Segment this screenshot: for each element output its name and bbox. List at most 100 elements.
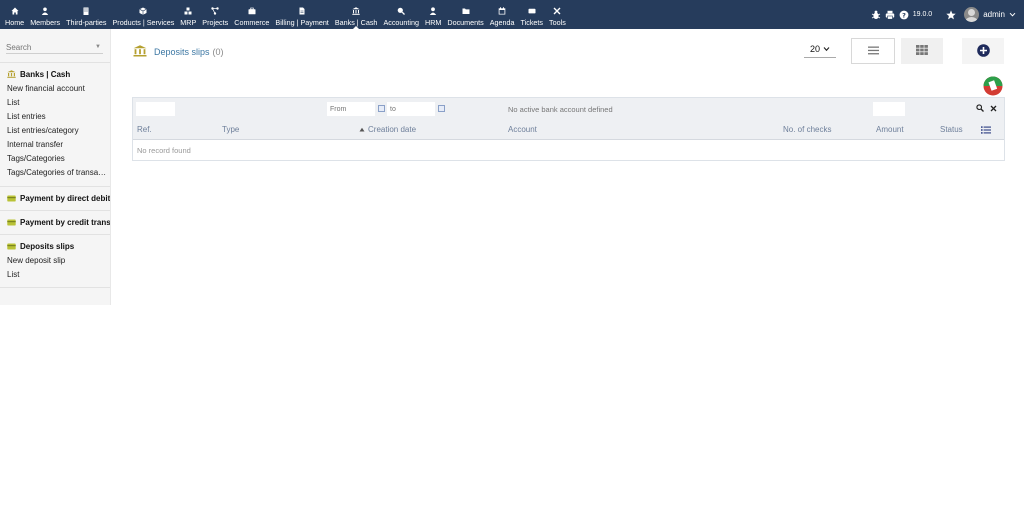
menu-label: Tools [549, 18, 566, 27]
cube-icon [139, 6, 148, 15]
menu-label: Third-parties [66, 18, 107, 27]
column-header-checks[interactable]: No. of checks [783, 125, 831, 134]
search-icon[interactable] [976, 104, 984, 114]
calendar-icon[interactable] [378, 105, 385, 112]
sidebar: ▼ Banks | Cash New financial account Lis… [0, 29, 111, 305]
help-icon[interactable]: ? [899, 10, 909, 20]
grid-icon [916, 45, 928, 57]
ticket-icon [527, 6, 536, 15]
search-input[interactable] [6, 41, 91, 53]
menu-item-products[interactable]: Products | Services [110, 0, 178, 29]
list-view-button[interactable] [851, 38, 895, 64]
menu-item-hrm[interactable]: HRM [422, 0, 444, 29]
column-header-account[interactable]: Account [508, 125, 537, 134]
invoice-icon [298, 6, 307, 15]
sidebar-divider [0, 287, 110, 288]
menu-label: Members [30, 18, 61, 27]
sidebar-divider [0, 62, 110, 63]
column-header-status[interactable]: Status [940, 125, 963, 134]
chevron-down-icon [823, 44, 830, 54]
date-from-input[interactable] [327, 102, 375, 116]
page-header: Deposits slips (0) [133, 45, 224, 59]
flag-icon[interactable] [983, 76, 1003, 96]
menu-label: Home [5, 18, 25, 27]
sidebar-link-new-financial-account[interactable]: New financial account [0, 82, 110, 96]
sidebar-section-label: Banks | Cash [20, 69, 71, 79]
new-deposit-slip-button[interactable] [962, 38, 1004, 64]
menu-label: Agenda [489, 18, 515, 27]
menu-item-billing[interactable]: Billing | Payment [272, 0, 331, 29]
page-size-value: 20 [809, 44, 820, 54]
menu-item-banks[interactable]: Banks | Cash [332, 0, 381, 29]
sidebar-link-list[interactable]: List [0, 96, 110, 110]
date-to-input[interactable] [387, 102, 435, 116]
amount-filter-input[interactable] [873, 102, 905, 116]
home-icon [10, 6, 19, 15]
search-dollar-icon [397, 6, 406, 15]
print-icon[interactable] [885, 10, 895, 20]
menu-label: Commerce [234, 18, 270, 27]
sidebar-divider [0, 186, 110, 187]
menu-label: HRM [425, 18, 442, 27]
menu-item-members[interactable]: Members [27, 0, 63, 29]
account-filter-note: No active bank account defined [508, 105, 613, 114]
bank-icon [133, 45, 147, 59]
menu-item-third-parties[interactable]: Third-parties [63, 0, 109, 29]
sidebar-link-list-entries-category[interactable]: List entries/category [0, 124, 110, 138]
menu-label: Products | Services [112, 18, 175, 27]
close-icon[interactable] [990, 105, 997, 114]
cubes-icon [184, 6, 193, 15]
calendar-icon[interactable] [438, 105, 445, 112]
menu-item-tools[interactable]: Tools [546, 0, 569, 29]
sidebar-link-tags-categories-transactions[interactable]: Tags/Categories of transactions [0, 166, 110, 180]
username[interactable]: admin [983, 10, 1005, 19]
sidebar-section-title[interactable]: Deposits slips [0, 240, 110, 252]
column-header-ref[interactable]: Ref. [137, 125, 152, 134]
chevron-down-icon[interactable] [1009, 11, 1016, 18]
menu-item-accounting[interactable]: Accounting [380, 0, 422, 29]
menu-item-tickets[interactable]: Tickets [518, 0, 547, 29]
table-header-row: Ref. Type Creation date Account No. of c… [133, 120, 1004, 140]
sidebar-search: ▼ [6, 41, 103, 54]
column-header-amount[interactable]: Amount [876, 125, 904, 134]
menu-item-agenda[interactable]: Agenda [487, 0, 518, 29]
sidebar-link-tags-categories[interactable]: Tags/Categories [0, 152, 110, 166]
column-header-type[interactable]: Type [222, 125, 239, 134]
sidebar-link-list-entries[interactable]: List entries [0, 110, 110, 124]
avatar[interactable] [964, 7, 980, 22]
list-icon [867, 46, 879, 57]
sort-up-icon [359, 125, 365, 134]
sidebar-link-internal-transfer[interactable]: Internal transfer [0, 138, 110, 152]
user-icon [429, 6, 438, 15]
caret-down-icon[interactable]: ▼ [95, 44, 101, 50]
menu-item-home[interactable]: Home [2, 0, 27, 29]
sidebar-section-deposit-slips: Deposits slips New deposit slip List [0, 240, 110, 282]
menu-item-documents[interactable]: Documents [444, 0, 486, 29]
card-icon [7, 218, 16, 226]
menu-label: Banks | Cash [334, 18, 378, 27]
menu-label: Documents [447, 18, 484, 27]
column-selector-icon[interactable] [981, 126, 991, 136]
sidebar-link-new-deposit-slip[interactable]: New deposit slip [0, 254, 110, 268]
star-icon[interactable] [946, 9, 956, 20]
sidebar-link-list[interactable]: List [0, 268, 110, 282]
menu-label: MRP [180, 18, 197, 27]
bank-icon [352, 6, 361, 15]
version-label: 19.0.0 [912, 11, 933, 18]
kanban-view-button[interactable] [901, 38, 943, 64]
bug-icon[interactable] [871, 10, 881, 20]
tools-icon [553, 6, 562, 15]
card-icon [7, 194, 16, 202]
page-size-select[interactable]: 20 [804, 41, 836, 58]
sidebar-section-title[interactable]: Payment by credit transfer [0, 216, 110, 228]
sidebar-section-title[interactable]: Banks | Cash [0, 68, 110, 80]
menu-item-mrp[interactable]: MRP [177, 0, 199, 29]
sidebar-section-title[interactable]: Payment by direct debit [0, 192, 110, 204]
filter-actions [976, 104, 997, 114]
ref-filter-input[interactable] [136, 102, 175, 116]
menu-item-projects[interactable]: Projects [199, 0, 231, 29]
plus-circle-icon [976, 43, 990, 59]
sidebar-section-label: Payment by credit transfer [20, 217, 110, 227]
menu-item-commerce[interactable]: Commerce [231, 0, 272, 29]
column-header-creation-date[interactable]: Creation date [359, 125, 416, 134]
